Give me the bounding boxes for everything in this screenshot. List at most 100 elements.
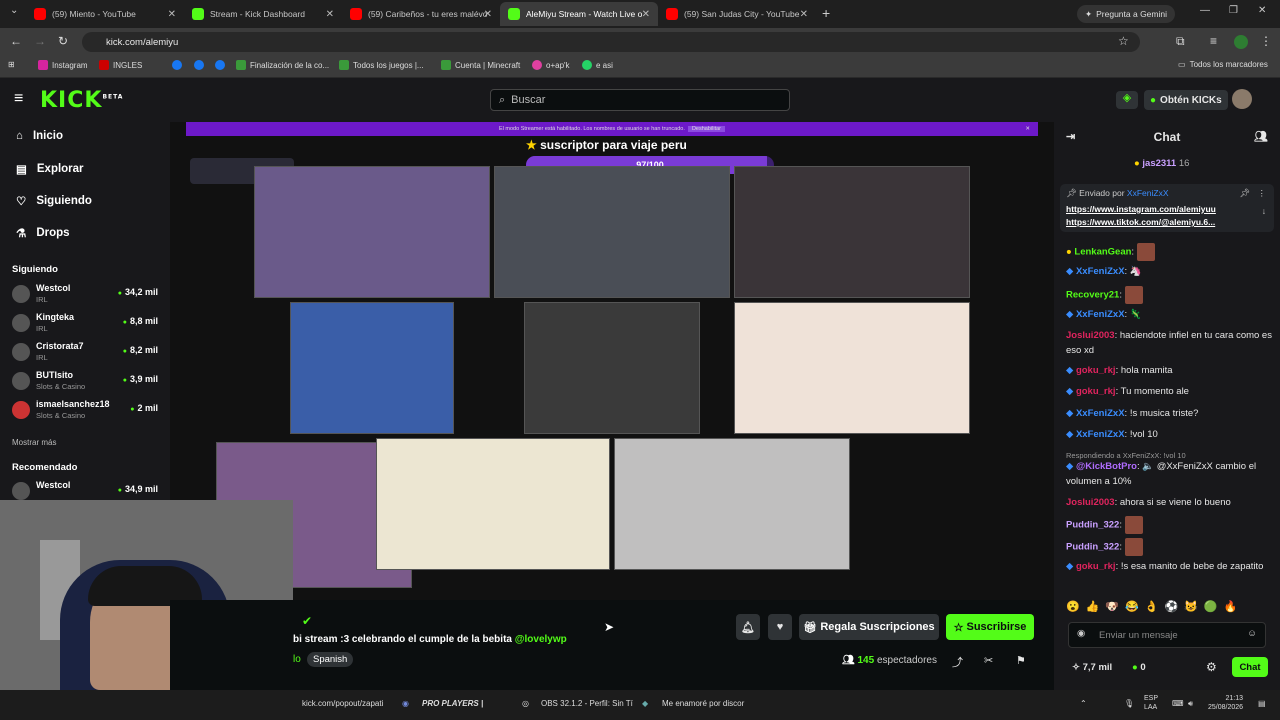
bookmark-ingles[interactable]: INGLES [99,60,142,70]
category-link[interactable]: lo [293,654,301,665]
sidebar-item-explorar[interactable]: ▤ Explorar [16,162,84,176]
video-player[interactable]: El modo Streamer está habilitado. Los no… [170,122,1054,600]
collapse-chat-icon[interactable]: ⇥ [1066,130,1075,143]
sidebar-item-siguiendo[interactable]: ♡ Siguiendo [16,194,92,208]
pinned-menu-icon[interactable]: ⋮ [1258,188,1267,199]
pinned-link-instagram[interactable]: https://www.instagram.com/alemiyuu [1066,204,1216,214]
emote[interactable]: 😂 [1125,600,1139,616]
close-icon[interactable]: ✕ [168,9,176,20]
show-more-link[interactable]: Mostrar más [12,438,56,447]
bookmark-easi[interactable]: e asi [582,60,613,70]
chat-users-icon[interactable]: 👥︎ [1254,130,1268,143]
settings-gear-icon[interactable]: ⚙ [1206,660,1217,674]
window-close-button[interactable]: ✕ [1258,5,1266,16]
bookmark-oapk[interactable]: o+ap'k [532,60,570,70]
network-icon[interactable]: ⌨ [1172,699,1184,708]
sidebar-item-drops[interactable]: ⚗ Drops [16,226,70,240]
unpin-icon[interactable]: 📌︎ [1239,188,1250,199]
keyboard-language[interactable]: ESP LAA [1144,694,1158,712]
emote[interactable]: 😺 [1184,600,1198,616]
maximize-button[interactable]: ❐ [1229,5,1238,16]
bookmark-minecraft[interactable]: Cuenta | Minecraft [441,60,520,70]
mic-icon[interactable]: 🎙︎ [1124,699,1134,708]
bookmark-instagram[interactable]: Instagram [38,60,88,70]
taskbar-item-obs[interactable]: OBS 32.1.2 - Perfil: Sin Tí [541,699,633,708]
sidebar-item-inicio[interactable]: ⌂ Inicio [16,130,63,142]
following-channel[interactable]: Cristorata7IRL8,2 mil [12,340,162,366]
close-icon[interactable]: ✕ [484,9,492,20]
user-avatar[interactable] [1232,89,1252,109]
following-channel[interactable]: WestcolIRL34,2 mil [12,282,162,308]
taskbar-item-kick-popout[interactable]: kick.com/popout/zapati [302,699,383,708]
emote[interactable]: 😮 [1066,600,1080,616]
subscribe-button[interactable]: ☆ Suscribirse [946,614,1034,640]
hamburger-menu-icon[interactable]: ≡ [14,90,23,108]
menu-icon[interactable]: ⋮ [1260,34,1272,48]
emote[interactable]: ⚽ [1165,600,1179,616]
profile-avatar[interactable] [1234,35,1248,49]
obs-icon[interactable]: ◎ [522,699,529,708]
bookmark-facebook-3[interactable] [215,60,225,70]
chat-settings-icon[interactable]: ◉ [1077,628,1085,639]
close-icon[interactable]: ✕ [1025,126,1030,132]
language-tag[interactable]: Spanish [307,652,354,667]
emote[interactable]: 👌 [1145,600,1159,616]
notifications-icon[interactable]: ▤ [1258,699,1266,708]
chat-message-input[interactable]: ◉ Enviar un mensaje ☺ [1068,622,1266,648]
share-icon[interactable]: ⤴ [952,654,963,670]
apps-icon[interactable]: ⊞ [8,60,15,69]
reading-list-icon[interactable]: ≡ [1210,34,1217,48]
gift-subs-button[interactable]: 🎁︎ Regala Suscripciones [799,614,939,640]
disable-streamer-mode-button[interactable]: Deshabilitar [687,126,725,132]
search-input[interactable]: ⌕ Buscar [490,89,790,111]
all-bookmarks[interactable]: ▭ Todos los marcadores [1178,60,1268,69]
following-channel[interactable]: KingtekaIRL8,8 mil [12,311,162,337]
send-chat-button[interactable]: Chat [1232,657,1268,677]
bookmark-juegos[interactable]: Todos los juegos |... [339,60,424,70]
following-channel[interactable]: ismaelsanchez18Slots & Casino2 mil [12,398,162,424]
more-options-icon[interactable]: ⚑ [1016,654,1026,667]
tab-search-icon[interactable]: ⌄ [10,5,18,16]
tab-1[interactable]: (59) Miento - YouTube ✕ [26,2,184,26]
reload-icon[interactable]: ↻ [58,34,68,48]
following-channel[interactable]: BUTIsitoSlots & Casino3,9 mil [12,369,162,395]
follow-button[interactable]: ♥ [768,614,792,640]
kick-logo[interactable]: KICKBETA [40,88,123,113]
close-icon[interactable]: ✕ [800,9,808,20]
forward-icon[interactable]: → [34,34,46,48]
emote[interactable]: 👍 [1086,600,1100,616]
bookmark-finalizacion[interactable]: Finalización de la co... [236,60,329,70]
emote[interactable]: 🐶 [1105,600,1119,616]
rewards-icon[interactable]: ◈ [1116,91,1138,109]
bookmark-facebook-1[interactable] [172,60,182,70]
tab-4-active[interactable]: AleMiyu Stream - Watch Live o ✕ [500,2,658,26]
back-icon[interactable]: ← [10,34,22,48]
expand-pinned-icon[interactable]: ↓ [1262,206,1266,216]
extensions-icon[interactable]: ⧉ [1176,34,1185,49]
app-icon[interactable]: ◆ [642,699,648,708]
pinned-link-tiktok[interactable]: https://www.tiktok.com/@alemiyu.6... [1066,217,1215,227]
close-icon[interactable]: ✕ [642,9,650,20]
taskbar-item-music[interactable]: Me enamoré por discor [662,699,744,708]
emoji-picker-icon[interactable]: ☺ [1247,628,1257,639]
emote[interactable]: 🔥 [1224,600,1238,616]
top-gifter[interactable]: ● jas2311 16 [1134,158,1189,169]
discord-icon[interactable]: ◉ [402,699,409,708]
tab-2[interactable]: Stream - Kick Dashboard ✕ [184,2,342,26]
tab-5[interactable]: (59) San Judas City - YouTube ✕ [658,2,816,26]
bookmark-facebook-2[interactable] [194,60,204,70]
notification-bell-button[interactable]: 🔔︎ [736,614,760,640]
emote[interactable]: 🟢 [1204,600,1218,616]
bookmark-star-icon[interactable]: ☆ [1118,34,1129,48]
get-kicks-button[interactable]: ● Obtén KICKs [1144,90,1228,110]
minimize-button[interactable]: — [1200,5,1210,16]
close-icon[interactable]: ✕ [326,9,334,20]
url-input[interactable]: kick.com/alemiyu [82,32,1140,52]
tray-chevron-icon[interactable]: ⌃ [1080,699,1087,708]
gemini-button[interactable]: ✦ Pregunta a Gemini [1077,5,1175,23]
clip-icon[interactable]: ✂ [984,654,993,667]
taskbar-item-discord[interactable]: PRO PLAYERS | [422,699,483,708]
clock[interactable]: 21:13 25/08/2026 [1208,694,1243,712]
new-tab-button[interactable]: + [822,5,830,21]
tab-3[interactable]: (59) Caribeños - tu eres malévo ✕ [342,2,500,26]
